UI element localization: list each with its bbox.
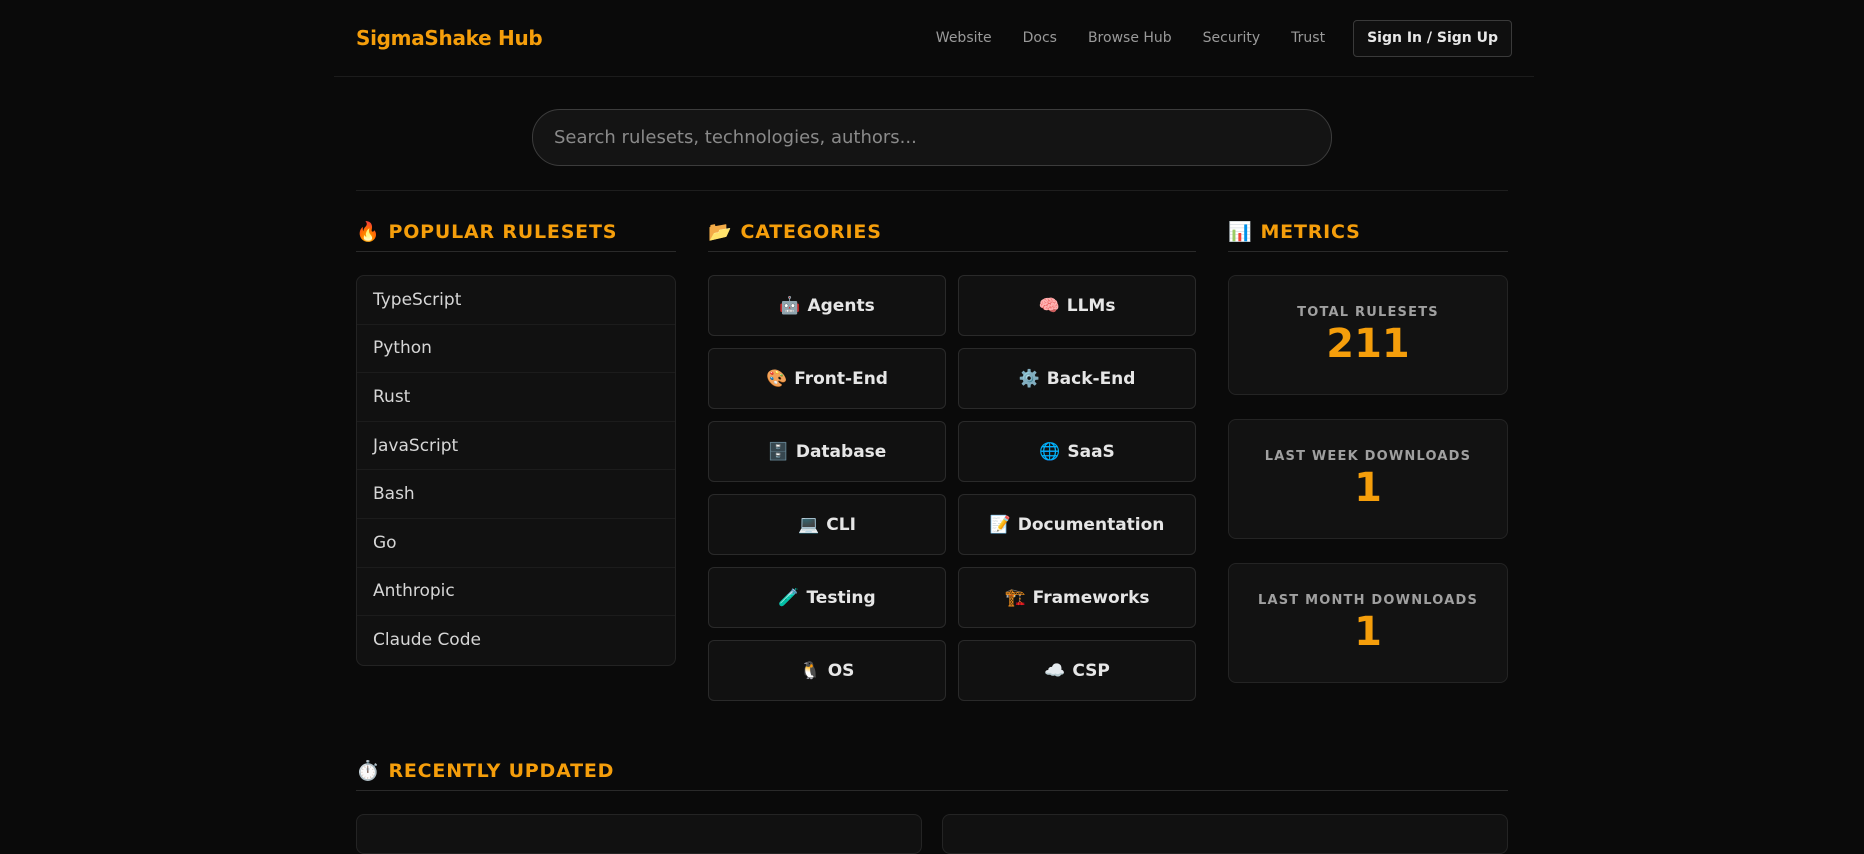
category-saas[interactable]: 🌐 SaaS: [958, 421, 1196, 482]
category-label: Back-End: [1046, 368, 1136, 389]
list-item[interactable]: Anthropic: [357, 568, 675, 617]
folder-icon: 📂: [708, 221, 733, 243]
top-header: SigmaShake Hub Website Docs Browse Hub S…: [334, 0, 1534, 77]
category-label: Database: [795, 441, 887, 462]
category-llms[interactable]: 🧠 LLMs: [958, 275, 1196, 336]
penguin-icon: 🐧: [799, 660, 821, 681]
list-item[interactable]: Python: [357, 325, 675, 374]
list-item[interactable]: TypeScript: [357, 276, 675, 325]
metrics-title: METRICS: [1260, 220, 1361, 243]
popular-rulesets-list: TypeScript Python Rust JavaScript Bash G…: [356, 275, 676, 666]
metric-label: LAST MONTH DOWNLOADS: [1257, 592, 1479, 608]
list-item[interactable]: Claude Code: [357, 616, 675, 665]
categories-title: CATEGORIES: [740, 220, 882, 243]
category-csp[interactable]: ☁️ CSP: [958, 640, 1196, 701]
file-cabinet-icon: 🗄️: [767, 441, 789, 462]
list-item[interactable]: Rust: [357, 373, 675, 422]
stopwatch-icon: ⏱️: [356, 760, 381, 782]
brain-icon: 🧠: [1038, 295, 1060, 316]
test-tube-icon: 🧪: [778, 587, 800, 608]
laptop-icon: 💻: [798, 514, 820, 535]
bar-chart-icon: 📊: [1228, 221, 1253, 243]
sign-in-button[interactable]: Sign In / Sign Up: [1353, 19, 1512, 57]
metrics-heading: 📊 METRICS: [1228, 216, 1508, 252]
metric-value: 211: [1326, 320, 1410, 367]
category-agents[interactable]: 🤖 Agents: [708, 275, 946, 336]
top-nav: Website Docs Browse Hub Security Trust S…: [936, 19, 1512, 57]
list-item[interactable]: Go: [357, 519, 675, 568]
gear-icon: ⚙️: [1018, 368, 1040, 389]
category-label: Agents: [807, 295, 875, 316]
nav-trust[interactable]: Trust: [1291, 30, 1325, 46]
memo-icon: 📝: [989, 514, 1011, 535]
category-label: CSP: [1072, 660, 1110, 681]
categories-grid: 🤖 Agents 🧠 LLMs 🎨 Front-End ⚙️ Back-End …: [708, 275, 1196, 701]
category-label: Frameworks: [1032, 587, 1150, 608]
nav-security[interactable]: Security: [1203, 30, 1261, 46]
metric-last-week-downloads: LAST WEEK DOWNLOADS 1: [1228, 419, 1508, 539]
recently-updated-title: RECENTLY UPDATED: [388, 759, 615, 782]
divider: [356, 190, 1508, 191]
recent-card[interactable]: [356, 814, 922, 854]
metric-label: LAST WEEK DOWNLOADS: [1264, 448, 1472, 464]
category-label: Documentation: [1017, 514, 1165, 535]
nav-browse-hub[interactable]: Browse Hub: [1088, 30, 1172, 46]
category-label: SaaS: [1067, 441, 1115, 462]
metric-last-month-downloads: LAST MONTH DOWNLOADS 1: [1228, 563, 1508, 683]
category-label: Testing: [806, 587, 876, 608]
popular-rulesets-title: POPULAR RULESETS: [388, 220, 618, 243]
recently-updated-heading: ⏱️ RECENTLY UPDATED: [356, 755, 1508, 791]
robot-icon: 🤖: [779, 295, 801, 316]
category-label: CLI: [826, 514, 856, 535]
construction-icon: 🏗️: [1004, 587, 1026, 608]
category-back-end[interactable]: ⚙️ Back-End: [958, 348, 1196, 409]
category-label: Front-End: [794, 368, 888, 389]
nav-docs[interactable]: Docs: [1023, 30, 1057, 46]
metric-value: 1: [1354, 608, 1382, 655]
fire-icon: 🔥: [356, 221, 381, 243]
category-front-end[interactable]: 🎨 Front-End: [708, 348, 946, 409]
category-testing[interactable]: 🧪 Testing: [708, 567, 946, 628]
metric-total-rulesets: TOTAL RULESETS 211: [1228, 275, 1508, 395]
recent-card[interactable]: [942, 814, 1508, 854]
search-input[interactable]: [532, 109, 1332, 166]
category-label: LLMs: [1066, 295, 1116, 316]
category-documentation[interactable]: 📝 Documentation: [958, 494, 1196, 555]
list-item[interactable]: JavaScript: [357, 422, 675, 471]
popular-rulesets-heading: 🔥 POPULAR RULESETS: [356, 216, 676, 252]
page-shell: SigmaShake Hub Website Docs Browse Hub S…: [334, 0, 1534, 854]
palette-icon: 🎨: [766, 368, 788, 389]
nav-website[interactable]: Website: [936, 30, 992, 46]
category-cli[interactable]: 💻 CLI: [708, 494, 946, 555]
cloud-icon: ☁️: [1044, 660, 1066, 681]
metric-value: 1: [1354, 464, 1382, 511]
globe-icon: 🌐: [1039, 441, 1061, 462]
metric-label: TOTAL RULESETS: [1297, 304, 1439, 320]
category-database[interactable]: 🗄️ Database: [708, 421, 946, 482]
category-os[interactable]: 🐧 OS: [708, 640, 946, 701]
brand-logo[interactable]: SigmaShake Hub: [356, 26, 543, 50]
category-frameworks[interactable]: 🏗️ Frameworks: [958, 567, 1196, 628]
list-item[interactable]: Bash: [357, 470, 675, 519]
category-label: OS: [827, 660, 855, 681]
categories-heading: 📂 CATEGORIES: [708, 216, 1196, 252]
